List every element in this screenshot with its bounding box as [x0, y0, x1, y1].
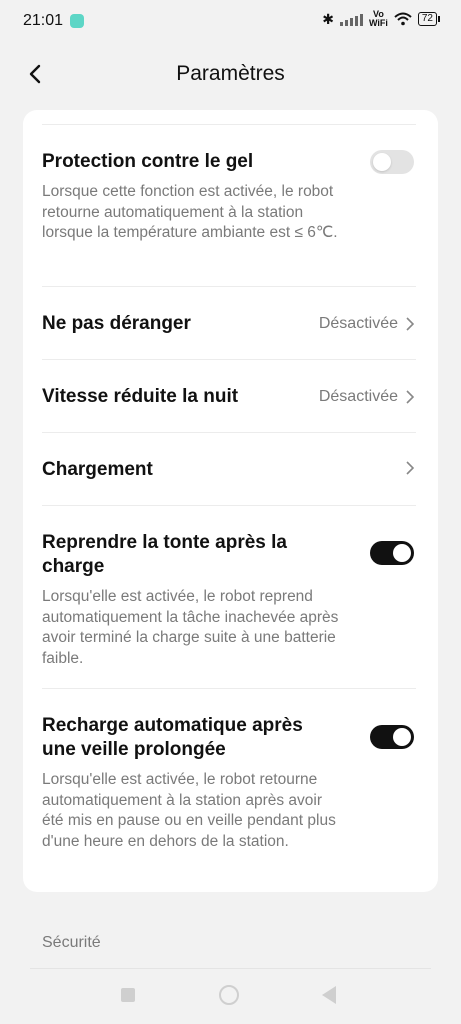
setting-title: Chargement — [42, 459, 153, 480]
setting-value: Désactivée — [318, 388, 398, 405]
setting-description: Lorsqu'elle est activée, le robot repren… — [42, 588, 339, 667]
notification-icon — [70, 14, 84, 28]
setting-title: Protection contre le gel — [42, 151, 254, 172]
setting-auto-recharge: Recharge automatique après une veille pr… — [42, 714, 416, 852]
setting-title: Recharge automatique après une veille pr… — [42, 715, 303, 760]
vowifi-label-2: WiFi — [368, 18, 388, 28]
setting-description: Lorsqu'elle est activée, le robot retour… — [42, 771, 336, 850]
divider — [42, 688, 416, 689]
divider — [42, 505, 416, 506]
system-nav-bar — [0, 980, 461, 1024]
do-not-disturb-value[interactable]: Désactivée — [319, 315, 414, 333]
divider — [42, 432, 416, 433]
toggle-knob — [373, 153, 391, 171]
section-label-security: Sécurité — [42, 934, 101, 951]
divider — [42, 359, 416, 360]
status-icons: ✱ Vo WiFi 72 — [322, 10, 441, 28]
setting-value: Désactivée — [318, 315, 398, 332]
page-title: Paramètres — [176, 62, 285, 85]
status-bar: 21:01 ✱ Vo WiFi 72 — [0, 0, 461, 44]
signal-icon — [339, 12, 363, 26]
back-icon[interactable] — [322, 986, 336, 1004]
setting-title: Reprendre la tonte après la charge — [42, 532, 287, 577]
toggle-knob — [393, 728, 411, 746]
header: Paramètres — [0, 44, 461, 108]
settings-card: Protection contre le gel Lorsque cette f… — [23, 110, 438, 892]
battery-level: 72 — [421, 13, 433, 24]
chevron-right-icon — [406, 461, 414, 475]
frost-protection-toggle[interactable] — [370, 150, 414, 174]
setting-frost-protection: Protection contre le gel Lorsque cette f… — [42, 150, 416, 244]
night-slow-speed-value[interactable]: Désactivée — [319, 388, 414, 406]
chevron-right-icon — [406, 390, 414, 404]
home-icon[interactable] — [219, 985, 239, 1005]
toggle-knob — [393, 544, 411, 562]
divider — [42, 286, 416, 287]
setting-charging[interactable]: Chargement — [42, 458, 416, 482]
recent-apps-icon[interactable] — [121, 988, 135, 1002]
bluetooth-icon: ✱ — [322, 10, 334, 27]
status-time: 21:01 — [23, 12, 64, 29]
vowifi-icon: Vo WiFi — [369, 10, 388, 28]
chevron-right-icon — [406, 317, 414, 331]
battery-icon: 72 — [417, 12, 441, 26]
setting-description: Lorsque cette fonction est activée, le r… — [42, 183, 338, 241]
auto-recharge-toggle[interactable] — [370, 725, 414, 749]
charging-chevron[interactable] — [406, 461, 414, 475]
divider — [30, 968, 431, 969]
setting-resume-after-charge: Reprendre la tonte après la charge Lorsq… — [42, 531, 416, 669]
wifi-icon — [394, 12, 412, 26]
resume-after-charge-toggle[interactable] — [370, 541, 414, 565]
divider — [42, 124, 416, 125]
